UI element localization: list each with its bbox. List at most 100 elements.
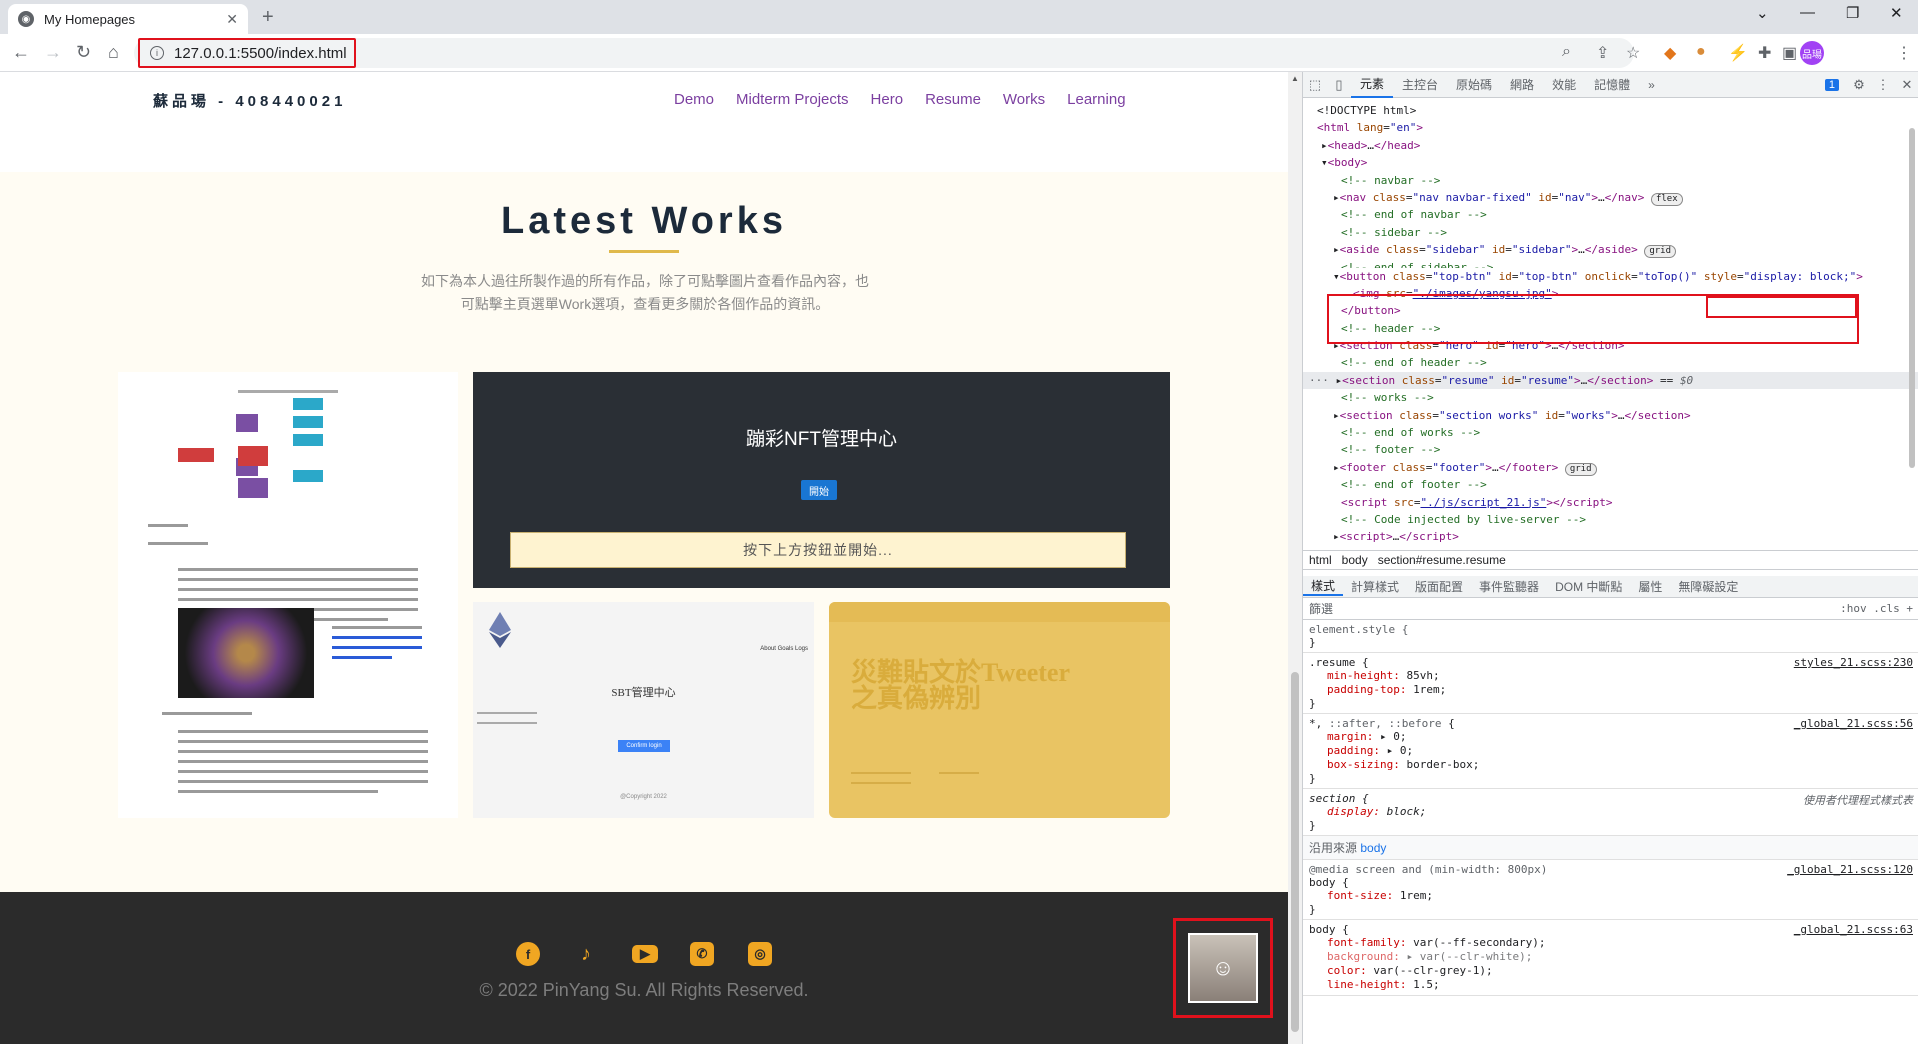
site-brand[interactable]: 蘇品瑒 - 408440021 — [153, 90, 346, 111]
nav-hero[interactable]: Hero — [871, 91, 904, 108]
dom-node[interactable]: ▸<script>…</script> — [1303, 528, 1918, 545]
work-card-hpv-paper[interactable] — [118, 372, 458, 818]
nav-demo[interactable]: Demo — [674, 91, 714, 108]
tab-console[interactable]: 主控台 — [1393, 72, 1447, 98]
profile-avatar[interactable]: 品瑒 — [1800, 41, 1824, 65]
crumb-body[interactable]: body — [1342, 553, 1368, 567]
tab-accessibility[interactable]: 無障礙設定 — [1670, 578, 1746, 595]
tab-computed[interactable]: 計算樣式 — [1343, 578, 1407, 595]
zoom-icon[interactable]: ⌕ — [1562, 43, 1571, 61]
dom-node[interactable]: <html lang="en"> — [1303, 119, 1918, 136]
dom-node[interactable]: ▸<section class="section works" id="work… — [1303, 407, 1918, 424]
close-tab-icon[interactable]: ✕ — [226, 11, 238, 28]
devtools-menu-icon[interactable]: ⋮ — [1875, 77, 1891, 93]
nav-resume[interactable]: Resume — [925, 91, 981, 108]
browser-tab[interactable]: ◉ My Homepages ✕ — [8, 4, 248, 34]
dom-node[interactable]: <!-- end of footer --> — [1303, 476, 1918, 493]
share-icon[interactable]: ⇪ — [1596, 43, 1609, 63]
forward-icon[interactable]: → — [44, 42, 62, 63]
work-card-nft[interactable]: 蹦彩NFT管理中心 開始 按下上方按鈕並開始... — [473, 372, 1170, 588]
crumb-section[interactable]: section#resume.resume — [1378, 553, 1506, 567]
device-toolbar-icon[interactable]: ▯ — [1331, 77, 1347, 93]
dom-node[interactable]: <!-- navbar --> — [1303, 172, 1918, 189]
rule-element-style[interactable]: element.style { } — [1303, 620, 1918, 653]
dom-node[interactable]: ▾<body> — [1303, 154, 1918, 171]
nft-start-button[interactable]: 開始 — [801, 480, 837, 500]
dom-node[interactable]: <!-- end of sidebar --> — [1303, 259, 1918, 268]
nav-works[interactable]: Works — [1003, 91, 1045, 108]
youtube-icon[interactable]: ▶ — [632, 945, 658, 963]
reload-icon[interactable]: ↻ — [76, 42, 91, 63]
dom-node[interactable]: <script src="./js/script_21.js"></script… — [1303, 494, 1918, 511]
tab-sources[interactable]: 原始碼 — [1447, 72, 1501, 98]
more-tabs[interactable]: » — [1639, 72, 1664, 98]
sidepanel-icon[interactable]: ▣ — [1782, 43, 1797, 63]
filter-input[interactable]: 篩選 — [1309, 600, 1333, 617]
dom-node[interactable]: <!-- end of navbar --> — [1303, 206, 1918, 223]
js-extension-icon[interactable]: ⚡ — [1728, 43, 1748, 63]
dom-node[interactable]: <!-- sidebar --> — [1303, 224, 1918, 241]
issues-badge[interactable]: 1 — [1824, 78, 1839, 91]
scroll-up-icon[interactable]: ▲ — [1291, 74, 1299, 83]
inspect-icon[interactable]: ⬚ — [1307, 77, 1323, 93]
bookmark-star-icon[interactable]: ☆ — [1626, 43, 1640, 63]
tab-properties[interactable]: 屬性 — [1630, 578, 1670, 595]
dom-node-selected[interactable]: ··· ▸<section class="resume" id="resume"… — [1303, 371, 1918, 390]
metamask-icon[interactable]: ◆ — [1664, 43, 1676, 63]
home-icon[interactable]: ⌂ — [108, 42, 119, 63]
tab-elements[interactable]: 元素 — [1351, 72, 1394, 98]
elements-scrollbar[interactable] — [1907, 128, 1917, 550]
styles-filter[interactable]: 篩選 :hov .cls + — [1303, 598, 1918, 620]
facebook-icon[interactable]: f — [516, 942, 540, 966]
scrollbar-thumb[interactable] — [1291, 672, 1299, 1032]
puzzle-icon[interactable]: ✚ — [1758, 43, 1771, 63]
dom-node[interactable]: <!-- Code injected by live-server --> — [1303, 511, 1918, 528]
dom-node[interactable]: ▸<head>…</head> — [1303, 137, 1918, 154]
rule-source[interactable]: _global_21.scss:56 — [1794, 717, 1913, 730]
instagram-icon[interactable]: ◎ — [748, 942, 772, 966]
close-window-icon[interactable]: ✕ — [1890, 4, 1903, 22]
nav-learning[interactable]: Learning — [1067, 91, 1125, 108]
info-icon[interactable]: i — [150, 46, 164, 60]
nav-midterm[interactable]: Midterm Projects — [736, 91, 849, 108]
tiktok-icon[interactable]: ♪ — [574, 942, 598, 966]
restore-icon[interactable]: ❐ — [1846, 4, 1859, 22]
rule-section-ua[interactable]: 使用者代理程式樣式表 section { display: block; } — [1303, 789, 1918, 836]
work-card-disaster[interactable]: 災難貼文於Tweeter之真偽辨別 — [829, 602, 1170, 818]
elements-tree[interactable]: <!DOCTYPE html> <html lang="en"> ▸<head>… — [1303, 98, 1918, 550]
dom-node-top-btn[interactable]: ▾<button class="top-btn" id="top-btn" on… — [1303, 268, 1918, 285]
dom-node[interactable]: <!DOCTYPE html> — [1303, 102, 1918, 119]
minimize-icon[interactable]: — — [1800, 4, 1815, 21]
back-icon[interactable]: ← — [12, 42, 30, 63]
sbt-confirm-button[interactable]: Confirm login — [618, 740, 670, 752]
address-bar[interactable]: i 127.0.0.1:5500/index.html — [138, 38, 356, 68]
filter-tools[interactable]: :hov .cls + — [1840, 602, 1913, 615]
tab-dom-breakpoints[interactable]: DOM 中斷點 — [1547, 578, 1630, 595]
crumb-html[interactable]: html — [1309, 553, 1332, 567]
dom-node[interactable]: ▸<nav class="nav navbar-fixed" id="nav">… — [1303, 189, 1918, 206]
rule-body[interactable]: _global_21.scss:63 body { font-family: v… — [1303, 920, 1918, 996]
tab-performance[interactable]: 效能 — [1543, 72, 1585, 98]
dom-node[interactable]: ▸<aside class="sidebar" id="sidebar">…</… — [1303, 241, 1918, 259]
tab-layout[interactable]: 版面配置 — [1407, 578, 1471, 595]
whatsapp-icon[interactable]: ✆ — [690, 942, 714, 966]
rule-resume[interactable]: styles_21.scss:230 .resume { min-height:… — [1303, 653, 1918, 714]
tab-styles[interactable]: 樣式 — [1303, 577, 1344, 596]
tab-event-listeners[interactable]: 事件監聽器 — [1471, 578, 1547, 595]
extension-icon[interactable]: ● — [1696, 43, 1706, 61]
menu-kebab-icon[interactable]: ⋮ — [1896, 43, 1912, 63]
dom-node[interactable]: <!-- end of works --> — [1303, 424, 1918, 441]
dom-node[interactable]: <!-- works --> — [1303, 389, 1918, 406]
rule-source[interactable]: _global_21.scss:120 — [1787, 863, 1913, 876]
tab-search-icon[interactable]: ⌄ — [1756, 4, 1769, 22]
close-devtools-icon[interactable]: ✕ — [1899, 77, 1915, 93]
settings-gear-icon[interactable]: ⚙ — [1851, 77, 1867, 93]
rule-source[interactable]: _global_21.scss:63 — [1794, 923, 1913, 936]
tab-network[interactable]: 網路 — [1501, 72, 1543, 98]
dom-node[interactable]: <!-- end of header --> — [1303, 354, 1918, 371]
new-tab-button[interactable]: + — [262, 6, 274, 29]
dom-node[interactable]: <!-- footer --> — [1303, 441, 1918, 458]
top-button[interactable]: ☺ — [1173, 918, 1273, 1018]
dom-node[interactable]: ▸<footer class="footer">…</footer> grid — [1303, 459, 1918, 476]
page-scrollbar[interactable]: ▲ — [1288, 72, 1302, 1044]
